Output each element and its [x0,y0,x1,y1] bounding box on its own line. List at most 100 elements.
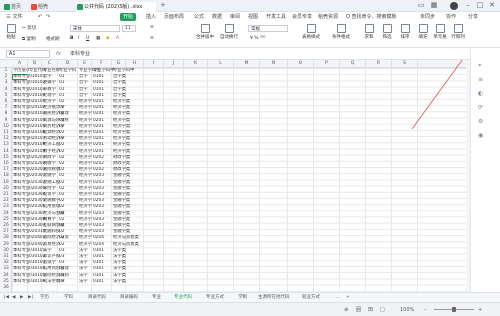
avatar[interactable] [450,2,458,10]
tab-document[interactable]: 公共代码 (202)3版) .xlsx [76,2,156,12]
sum-label: 求和 [364,35,374,40]
tab-home[interactable]: 首页 [3,2,29,12]
new-tab-button[interactable]: + [160,1,166,9]
cell-icon [435,24,445,33]
search-command[interactable]: Q 查找命令、搜索模板 [346,12,397,22]
view-normal-icon[interactable]: ⊕ [344,303,348,316]
number-format-value: 常规 [251,27,260,32]
grid-icon[interactable]: ▦ [428,1,440,9]
menu-developer[interactable]: 开发工具 [266,12,286,22]
currency-icon[interactable]: ¥ % ⁰⁰⁰ [250,36,265,41]
font-size-value: 11 [125,26,131,31]
fx-icon[interactable]: fx [56,48,61,60]
select-icon[interactable]: ⌖ [478,62,481,70]
wrap-label: 自动换行 [220,35,238,40]
wrap-text-button[interactable]: 自动换行 [218,24,240,40]
collaborate-button[interactable]: 协作 [446,12,456,22]
filter-icon [382,24,392,33]
zoom-in-button[interactable]: + [478,303,482,316]
menu-page-layout[interactable]: 页面布局 [164,12,184,22]
menu-formula[interactable]: 公式 [194,12,204,22]
view-layout-icon[interactable]: 囲 [356,303,361,316]
sort-button[interactable]: 排序 [398,24,412,40]
border-icon[interactable]: ▦ [96,36,100,41]
menu-file[interactable]: 三 文件 [6,12,23,22]
sync-status[interactable]: 未同步 [420,12,435,22]
merge-center-button[interactable]: 合并居中 [194,24,216,40]
cell-button[interactable]: 单元格 [432,24,448,40]
cut-button[interactable]: ✂ 剪切 [22,25,36,31]
status-bar: ⊕ 囲 田 □ 100% – + [0,302,500,316]
zoom-slider-handle[interactable] [452,307,456,312]
menu-bar: 三 文件 ↶ ↷ 开始 插入 页面布局 公式 数据 审阅 视图 开发工具 会员专… [0,12,500,22]
docer-tab-icon [31,4,37,10]
merge-label: 合并居中 [196,35,214,40]
backup-icon[interactable]: ⟳ [478,104,483,111]
menu-data[interactable]: 数据 [212,12,222,22]
sum-icon [364,24,374,33]
fill-color-icon[interactable]: ◆ [106,36,109,41]
spreadsheet-app-window: 首页 稻壳 公共代码 (202)3版) .xlsx + ▭ ▦ – □ ✕ 三 … [0,0,500,316]
fill-button[interactable]: 填充 [416,24,430,40]
annotation-line [411,60,463,130]
font-color-icon[interactable]: A [116,36,119,41]
layout-icon[interactable]: ▭ [415,1,427,9]
format-painter-label: 格式刷 [46,37,60,42]
copy-button[interactable]: ⧉ 复制 [22,36,36,42]
table-style-button[interactable]: 表格样式 [300,24,322,40]
number-format-select[interactable]: 常规 [248,25,288,32]
sort-label: 排序 [400,35,410,40]
menu-member[interactable]: 会员专享 [292,12,312,22]
view-fullscreen-icon[interactable]: □ [380,303,385,316]
cond-format-button[interactable]: 条件格式 [330,24,352,40]
menu-insert[interactable]: 插入 [146,12,156,22]
settings-icon[interactable]: ⚙ [478,118,483,125]
worksheet-grid: ABCDEFGHIJKLMNOPQRS 1 2 3 4 5 6 7 8 9 10 11 12 13 14 1… [0,60,466,292]
filter-label: 筛选 [382,35,392,40]
font-family-value: 宋体 [73,27,82,32]
tab-docer-label: 稻壳 [38,4,49,10]
font-size-select[interactable]: 11 [122,25,136,32]
bold-button[interactable]: B [70,36,73,41]
redo-icon[interactable]: ↷ [46,12,50,22]
menu-home[interactable]: 开始 [120,13,137,21]
view-page-icon[interactable]: 田 [368,303,373,316]
cond-format-icon [336,24,346,33]
menu-view[interactable]: 视图 [248,12,258,22]
attribute-icon[interactable]: ≡ [478,76,483,83]
name-box[interactable]: A1 [6,50,50,58]
cell-label: 单元格 [433,35,447,40]
style-icon[interactable]: ◐ [478,90,483,97]
formula-input[interactable]: 本科专业 [70,48,90,60]
format-painter-button[interactable]: 格式刷 [46,36,60,42]
italic-button[interactable]: I [78,36,79,41]
copy-icon: ⧉ [22,37,26,42]
underline-button[interactable]: U [86,36,89,41]
menu-docer-resources[interactable]: 稻壳资源 [318,12,338,22]
paste-button[interactable]: 粘贴 [4,24,18,40]
align-left-icon[interactable]: ≡ [150,36,154,41]
merge-icon [200,24,210,33]
annotation-stroke [411,60,463,130]
share-button[interactable]: 分享 [468,12,478,22]
paste-label: 粘贴 [6,35,16,40]
menu-review[interactable]: 审阅 [230,12,240,22]
cond-format-label: 条件格式 [332,35,350,40]
sort-icon [400,24,410,33]
zoom-out-button[interactable]: – [424,303,427,316]
tab-docer[interactable]: 稻壳 [30,2,74,12]
align-top-icon[interactable]: ≡ [150,25,154,30]
maximize-icon[interactable]: □ [474,1,486,9]
sum-button[interactable]: 求和 [362,24,376,40]
row-col-button[interactable]: 行和列 [450,24,466,40]
location-icon[interactable]: ◉ [478,132,483,139]
xlsx-file-icon [77,4,83,10]
close-icon[interactable]: ✕ [486,1,498,9]
font-family-select[interactable]: 宋体 [70,25,120,32]
fill-icon [418,24,428,33]
fill-label: 填充 [418,35,428,40]
undo-icon[interactable]: ↶ [38,12,42,22]
minimize-icon[interactable]: – [462,1,474,9]
ribbon-toolbar: 粘贴 ✂ 剪切 ⧉ 复制 格式刷 宋体 11 B I U ▦ ◆ A ≡ ≡ 合… [0,22,500,48]
filter-button[interactable]: 筛选 [380,24,394,40]
